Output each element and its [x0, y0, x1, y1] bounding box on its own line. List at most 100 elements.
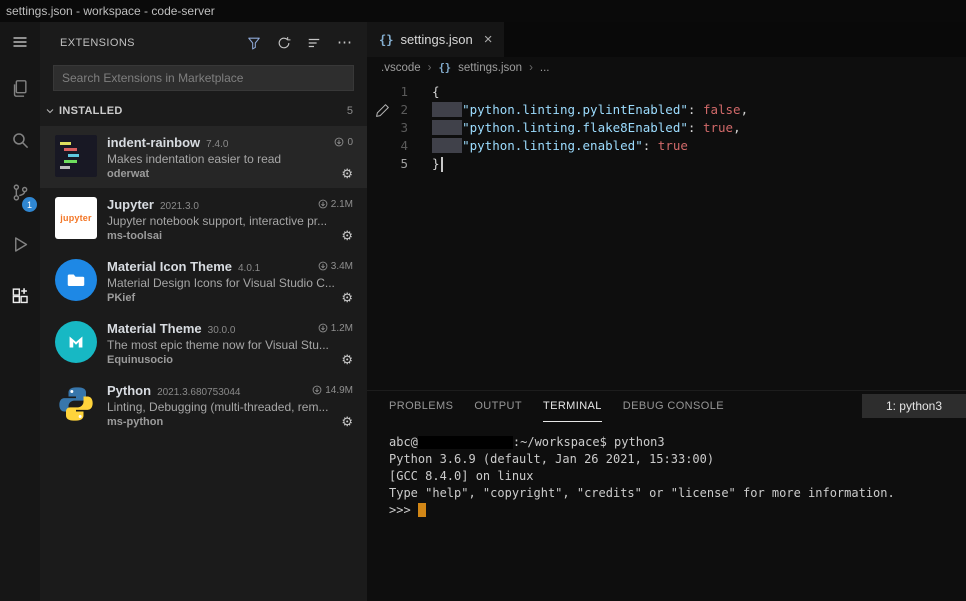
- code-lines: 1 { 2 "python.linting.pylintEnabled": fa…: [367, 83, 966, 173]
- activity-bar: 1: [0, 22, 40, 601]
- refresh-icon[interactable]: [277, 36, 291, 50]
- run-debug-icon[interactable]: [0, 218, 40, 270]
- extension-description: Linting, Debugging (multi-threaded, rem.…: [107, 400, 353, 414]
- install-count-icon: [318, 261, 328, 271]
- chevron-down-icon: [44, 105, 56, 117]
- extension-publisher: ms-toolsai: [107, 230, 341, 242]
- clear-extensions-icon[interactable]: [307, 36, 321, 50]
- extension-version: 4.0.1: [238, 263, 260, 274]
- line-number: 5: [367, 155, 432, 173]
- terminal-selector[interactable]: 1: python3: [862, 394, 966, 418]
- extension-install-count: 14.9M: [312, 385, 353, 396]
- terminal-cursor: [418, 503, 426, 517]
- title-bar: settings.json - workspace - code-server: [0, 0, 966, 22]
- extension-item[interactable]: Material Theme 30.0.0 1.2M The most epic…: [40, 312, 367, 374]
- source-control-icon[interactable]: 1: [0, 166, 40, 218]
- line-content: "python.linting.flake8Enabled": true,: [432, 119, 741, 137]
- install-count-icon: [318, 199, 328, 209]
- panel-tab-debug-console[interactable]: DEBUG CONSOLE: [623, 391, 724, 422]
- terminal-line: Python 3.6.9 (default, Jan 26 2021, 15:3…: [389, 451, 958, 468]
- gear-icon[interactable]: ⚙: [341, 416, 353, 428]
- extension-publisher: PKief: [107, 292, 341, 304]
- close-tab-icon[interactable]: ×: [484, 31, 493, 48]
- line-number: 4: [367, 137, 432, 155]
- gear-icon[interactable]: ⚙: [341, 230, 353, 242]
- installed-count-badge: 5: [347, 105, 353, 117]
- bottom-panel: PROBLEMS OUTPUT TERMINAL DEBUG CONSOLE 1…: [367, 390, 966, 601]
- panel-tab-bar: PROBLEMS OUTPUT TERMINAL DEBUG CONSOLE 1…: [367, 391, 966, 422]
- extension-name: Jupyter: [107, 197, 154, 212]
- line-content: {: [432, 83, 440, 101]
- material-theme-icon: [55, 321, 97, 363]
- breadcrumb-separator-icon: ›: [428, 62, 432, 74]
- gear-icon[interactable]: ⚙: [341, 168, 353, 180]
- install-count-icon: [334, 137, 344, 147]
- more-actions-icon[interactable]: ⋯: [337, 38, 353, 48]
- extension-version: 2021.3.0: [160, 201, 199, 212]
- sidebar-title: EXTENSIONS: [60, 37, 231, 49]
- line-number: 3: [367, 119, 432, 137]
- install-count-icon: [318, 323, 328, 333]
- code-editor[interactable]: 1 { 2 "python.linting.pylintEnabled": fa…: [367, 79, 966, 390]
- install-count-icon: [312, 385, 322, 395]
- installed-section-header[interactable]: INSTALLED 5: [40, 100, 367, 122]
- breadcrumb-folder[interactable]: .vscode: [381, 62, 421, 74]
- extension-description: Material Design Icons for Visual Studio …: [107, 276, 353, 290]
- json-file-icon: {}: [438, 62, 451, 74]
- vscode-window: settings.json - workspace - code-server …: [0, 0, 966, 601]
- pencil-edit-icon[interactable]: [375, 103, 390, 121]
- extensions-icon[interactable]: [0, 270, 40, 322]
- jupyter-icon: jupyter: [55, 197, 97, 239]
- filter-icon[interactable]: [247, 36, 261, 50]
- extension-version: 2021.3.680753044: [157, 387, 240, 398]
- code-line: 1 {: [367, 83, 966, 101]
- extension-name: Python: [107, 383, 151, 398]
- terminal-line: abc@:~/workspace$ python3: [389, 434, 958, 451]
- extension-name: Material Icon Theme: [107, 259, 232, 274]
- breadcrumb: .vscode › {} settings.json › ...: [367, 57, 966, 79]
- breadcrumb-file[interactable]: settings.json: [458, 62, 522, 74]
- extension-install-count: 1.2M: [318, 323, 353, 334]
- panel-tab-problems[interactable]: PROBLEMS: [389, 391, 453, 422]
- extension-install-count: 2.1M: [318, 199, 353, 210]
- search-icon[interactable]: [0, 114, 40, 166]
- tab-settings-json[interactable]: {} settings.json ×: [367, 22, 504, 57]
- editor-tab-bar: {} settings.json ×: [367, 22, 966, 57]
- material-icon-theme-icon: [55, 259, 97, 301]
- extension-name: Material Theme: [107, 321, 202, 336]
- sidebar-header: EXTENSIONS ⋯: [40, 22, 367, 64]
- extension-name: indent-rainbow: [107, 135, 200, 150]
- panel-tab-output[interactable]: OUTPUT: [474, 391, 522, 422]
- extension-install-count: 0: [334, 137, 353, 148]
- window-title: settings.json - workspace - code-server: [6, 4, 215, 18]
- extension-publisher: ms-python: [107, 416, 341, 428]
- breadcrumb-separator-icon: ›: [529, 62, 533, 74]
- extension-description: Jupyter notebook support, interactive pr…: [107, 214, 353, 228]
- extension-item[interactable]: Python 2021.3.680753044 14.9M Linting, D…: [40, 374, 367, 436]
- breadcrumb-symbol[interactable]: ...: [540, 62, 550, 74]
- panel-tab-terminal[interactable]: TERMINAL: [543, 391, 602, 422]
- terminal-selector-label: 1: python3: [886, 399, 942, 413]
- terminal-output[interactable]: abc@:~/workspace$ python3 Python 3.6.9 (…: [367, 422, 966, 601]
- extension-publisher: oderwat: [107, 168, 341, 180]
- python-icon: [55, 383, 97, 425]
- extensions-list: indent-rainbow 7.4.0 0 Makes indentation…: [40, 126, 367, 436]
- extensions-sidebar: EXTENSIONS ⋯ INSTALLED 5: [40, 22, 367, 601]
- redaction-box: [418, 436, 513, 449]
- extension-install-count: 3.4M: [318, 261, 353, 272]
- terminal-line: >>>: [389, 502, 958, 519]
- extension-item[interactable]: indent-rainbow 7.4.0 0 Makes indentation…: [40, 126, 367, 188]
- line-number: 1: [367, 83, 432, 101]
- extension-item[interactable]: jupyter Jupyter 2021.3.0 2.1M Jupyter no…: [40, 188, 367, 250]
- extension-item[interactable]: Material Icon Theme 4.0.1 3.4M Material …: [40, 250, 367, 312]
- gear-icon[interactable]: ⚙: [341, 292, 353, 304]
- gear-icon[interactable]: ⚙: [341, 354, 353, 366]
- line-content: }: [432, 155, 443, 173]
- menu-icon[interactable]: [0, 22, 40, 62]
- code-line: 3 "python.linting.flake8Enabled": true,: [367, 119, 966, 137]
- explorer-icon[interactable]: [0, 62, 40, 114]
- extensions-search-input[interactable]: [53, 65, 354, 91]
- extension-version: 7.4.0: [206, 139, 228, 150]
- line-content: "python.linting.enabled": true: [432, 137, 688, 155]
- main-layout: 1 EXTENSIONS ⋯: [0, 22, 966, 601]
